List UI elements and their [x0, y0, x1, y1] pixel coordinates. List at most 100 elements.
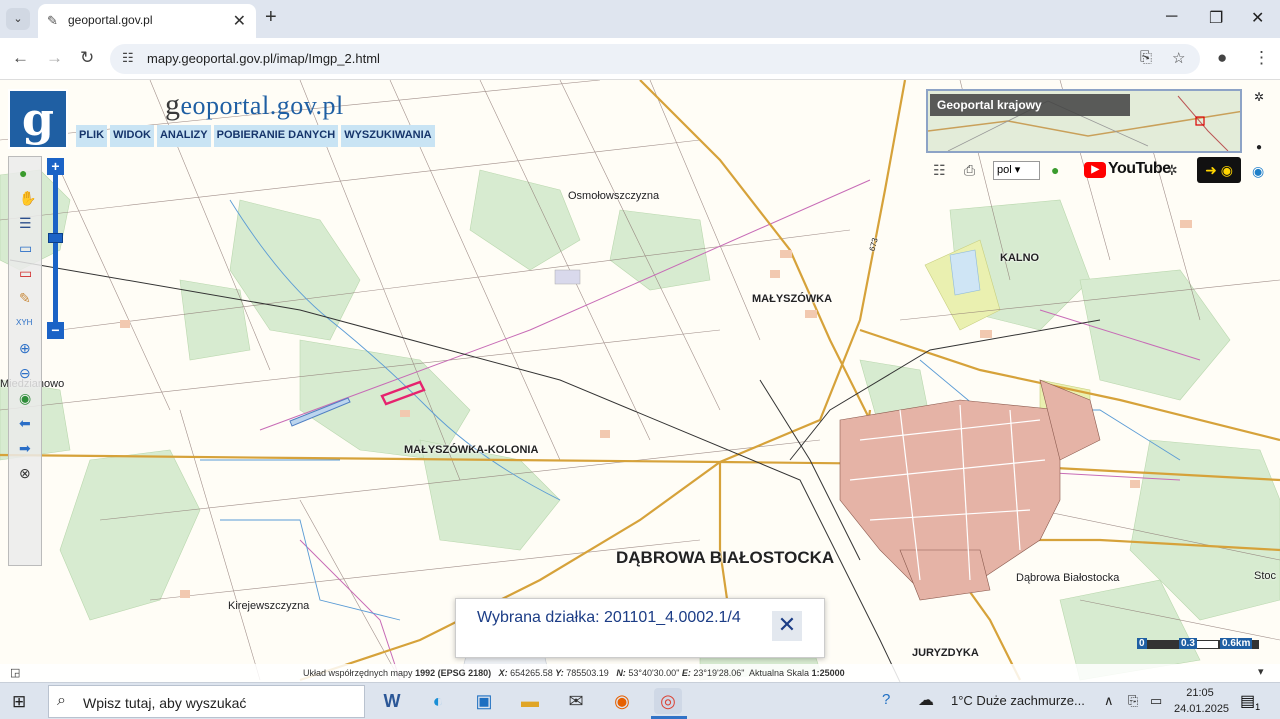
accessibility-icon[interactable]: ✲ [1166, 162, 1178, 179]
file-explorer-icon[interactable]: ▬ [516, 688, 544, 714]
status-x-label: X: [498, 668, 508, 678]
minimize-panel-icon[interactable]: ◲ [10, 666, 20, 679]
youtube-link[interactable]: ▶ YouTube [1084, 160, 1171, 178]
label-osmolowszczyzna: Osmołowszczyzna [568, 190, 660, 202]
contrast-eye-button[interactable]: ➜ ◉ [1197, 157, 1241, 183]
scroll-down-icon[interactable]: ▾ [1258, 665, 1264, 678]
eye-view-icon[interactable]: ◉ [1252, 163, 1264, 180]
extension-icon[interactable]: ● [1217, 48, 1227, 68]
network-icon[interactable]: ⎘ [1128, 693, 1138, 709]
browser-tab[interactable]: ✎ geoportal.gov.pl ✕ [38, 4, 256, 38]
geoportal-logo[interactable]: g [8, 89, 68, 149]
store-app-icon[interactable]: ▣ [470, 688, 498, 714]
taskbar-clock[interactable]: 21:05 24.01.2025 [1174, 685, 1229, 717]
select-rectangle-icon[interactable]: ▭ [19, 265, 32, 281]
edge-app-icon[interactable]: ◐ [424, 688, 452, 714]
globe-icon: ✎ [47, 13, 58, 28]
forward-button[interactable]: → [46, 48, 63, 68]
status-n-value: 53°40'30.00" [628, 668, 680, 678]
status-y-label: Y: [555, 668, 564, 678]
weather-cloud-icon[interactable]: ☁ [918, 690, 934, 710]
brand-g: g [165, 88, 181, 121]
menu-plik[interactable]: PLIK [76, 125, 108, 147]
next-view-arrow-icon[interactable]: ➡ [19, 440, 31, 456]
weather-text[interactable]: 1°C Duże zachmurze... [951, 693, 1085, 708]
status-scale-value: 1:25000 [811, 668, 845, 678]
menu-wyszukiwania[interactable]: WYSZUKIWANIA [341, 125, 435, 147]
menu-widok[interactable]: WIDOK [110, 125, 154, 147]
browser-menu-icon[interactable]: ⋮ [1253, 48, 1270, 68]
overview-map[interactable]: Geoportal krajowy [926, 89, 1242, 153]
utility-bar: ☷ ⎙ pol ▾ ● ▶ YouTube ✲ ➜ ◉ [926, 157, 1244, 185]
zoom-slider-thumb[interactable] [48, 233, 63, 243]
map-scale-bar: 0 0.3 0.6km [1137, 634, 1261, 650]
zoom-slider-plus-button[interactable]: + [47, 158, 64, 175]
label-stoc: Stoc [1254, 570, 1277, 582]
print-icon[interactable]: ⎙ [964, 162, 975, 179]
zoom-slider-track[interactable] [53, 158, 58, 334]
zoom-slider-minus-button[interactable]: − [47, 322, 64, 339]
legend-icon[interactable]: ☷ [933, 162, 946, 179]
restore-button[interactable]: ❐ [1209, 8, 1223, 28]
show-hidden-icons-chevron-icon[interactable]: ∧ [1104, 693, 1114, 709]
status-crs-prefix: Układ współrzędnych mapy [303, 668, 413, 678]
tab-search-button[interactable]: ⌄ [6, 8, 30, 30]
map-viewport[interactable]: Osmołowszczyzna MAŁYSZÓWKA KALNO MAŁYSZÓ… [0, 80, 1280, 682]
label-kalno: KALNO [1000, 252, 1040, 264]
xyz-coordinates-icon[interactable]: XYH [16, 315, 32, 331]
close-icon[interactable]: ✕ [772, 611, 802, 641]
zoom-in-icon[interactable]: ⊕ [19, 340, 31, 356]
select-area-icon[interactable]: ▭ [19, 240, 32, 256]
help-icon[interactable]: ● [1051, 162, 1059, 178]
bookmark-star-icon[interactable]: ☆ [1172, 49, 1185, 67]
settings-wheel-icon[interactable]: ⊗ [19, 465, 31, 481]
taskbar-search-box[interactable]: ⌕ Wpisz tutaj, aby wyszukać [48, 685, 365, 718]
draw-pencil-icon[interactable]: ✎ [19, 290, 31, 306]
mail-app-icon[interactable]: ✉ [562, 688, 590, 714]
site-info-icon[interactable]: ☷ [122, 50, 134, 66]
address-bar[interactable]: ☷ mapy.geoportal.gov.pl/imap/Imgp_2.html… [110, 44, 1200, 74]
pan-hand-icon[interactable]: ✋ [19, 190, 36, 206]
url-text: mapy.geoportal.gov.pl/imap/Imgp_2.html [147, 51, 380, 66]
label-juryzdyka: JURYZDYKA [912, 647, 979, 659]
browser-tab-strip: ⌄ ✎ geoportal.gov.pl ✕ + ─ ❐ ✕ [0, 0, 1280, 38]
status-y-value: 785503.19 [566, 668, 609, 678]
status-n-label: N: [616, 668, 626, 678]
geoportal-brand-title: geoportal.gov.pl [165, 88, 344, 122]
previous-view-arrow-icon[interactable]: ⬅ [19, 415, 31, 431]
reload-button[interactable]: ↻ [80, 48, 94, 68]
map-tools-panel: ● ✋ ☰ ▭ ▭ ✎ XYH ⊕ ⊖ ◉ ⬅ ➡ ⊗ [8, 156, 42, 566]
browser-toolbar: ← → ↻ ☷ mapy.geoportal.gov.pl/imap/Imgp_… [0, 38, 1280, 80]
scale-label-zero: 0 [1137, 638, 1147, 649]
menu-pobieranie-danych[interactable]: POBIERANIE DANYCH [213, 125, 339, 147]
menu-analizy[interactable]: ANALIZY [156, 125, 211, 147]
help-tray-icon[interactable]: ? [882, 691, 890, 708]
label-malyszowka: MAŁYSZÓWKA [752, 293, 833, 305]
overview-collapse-icon[interactable]: ● [1256, 142, 1262, 153]
selected-parcel-text: Wybrana działka: 201101_4.0002.1/4 [477, 609, 741, 626]
new-tab-button[interactable]: + [265, 6, 277, 29]
minimize-button[interactable]: ─ [1166, 8, 1177, 26]
chrome-app-icon[interactable]: ◎ [654, 688, 682, 714]
clock-time: 21:05 [1186, 687, 1214, 699]
windows-start-icon[interactable]: ⊞ [12, 692, 26, 712]
notifications-icon[interactable]: ▤1 [1240, 691, 1260, 712]
overview-toggle-icon[interactable]: ✲ [1254, 90, 1264, 104]
language-select[interactable]: pol ▾ [993, 161, 1040, 180]
battery-icon[interactable]: ▭ [1150, 693, 1162, 709]
layers-list-icon[interactable]: ☰ [19, 215, 32, 231]
status-x-value: 654265.58 [510, 668, 553, 678]
tab-title: geoportal.gov.pl [68, 13, 153, 27]
label-dabrowa-bialostocka-city: DĄBROWA BIAŁOSTOCKA [616, 548, 835, 567]
info-icon[interactable]: ● [19, 165, 27, 181]
back-button[interactable]: ← [12, 48, 29, 68]
coordinate-status-bar: ◲ Układ współrzędnych mapy 1992 (EPSG 21… [0, 664, 1280, 682]
tab-close-icon[interactable]: ✕ [233, 11, 246, 31]
globe-full-extent-icon[interactable]: ◉ [19, 390, 31, 406]
zoom-out-icon[interactable]: ⊖ [19, 365, 31, 381]
window-close-button[interactable]: ✕ [1251, 8, 1264, 28]
firefox-app-icon[interactable]: ◉ [608, 688, 636, 714]
word-app-icon[interactable]: W [378, 688, 406, 714]
brand-eoportal: eoportal [180, 91, 270, 120]
install-app-icon[interactable]: ⎘ [1140, 49, 1152, 66]
